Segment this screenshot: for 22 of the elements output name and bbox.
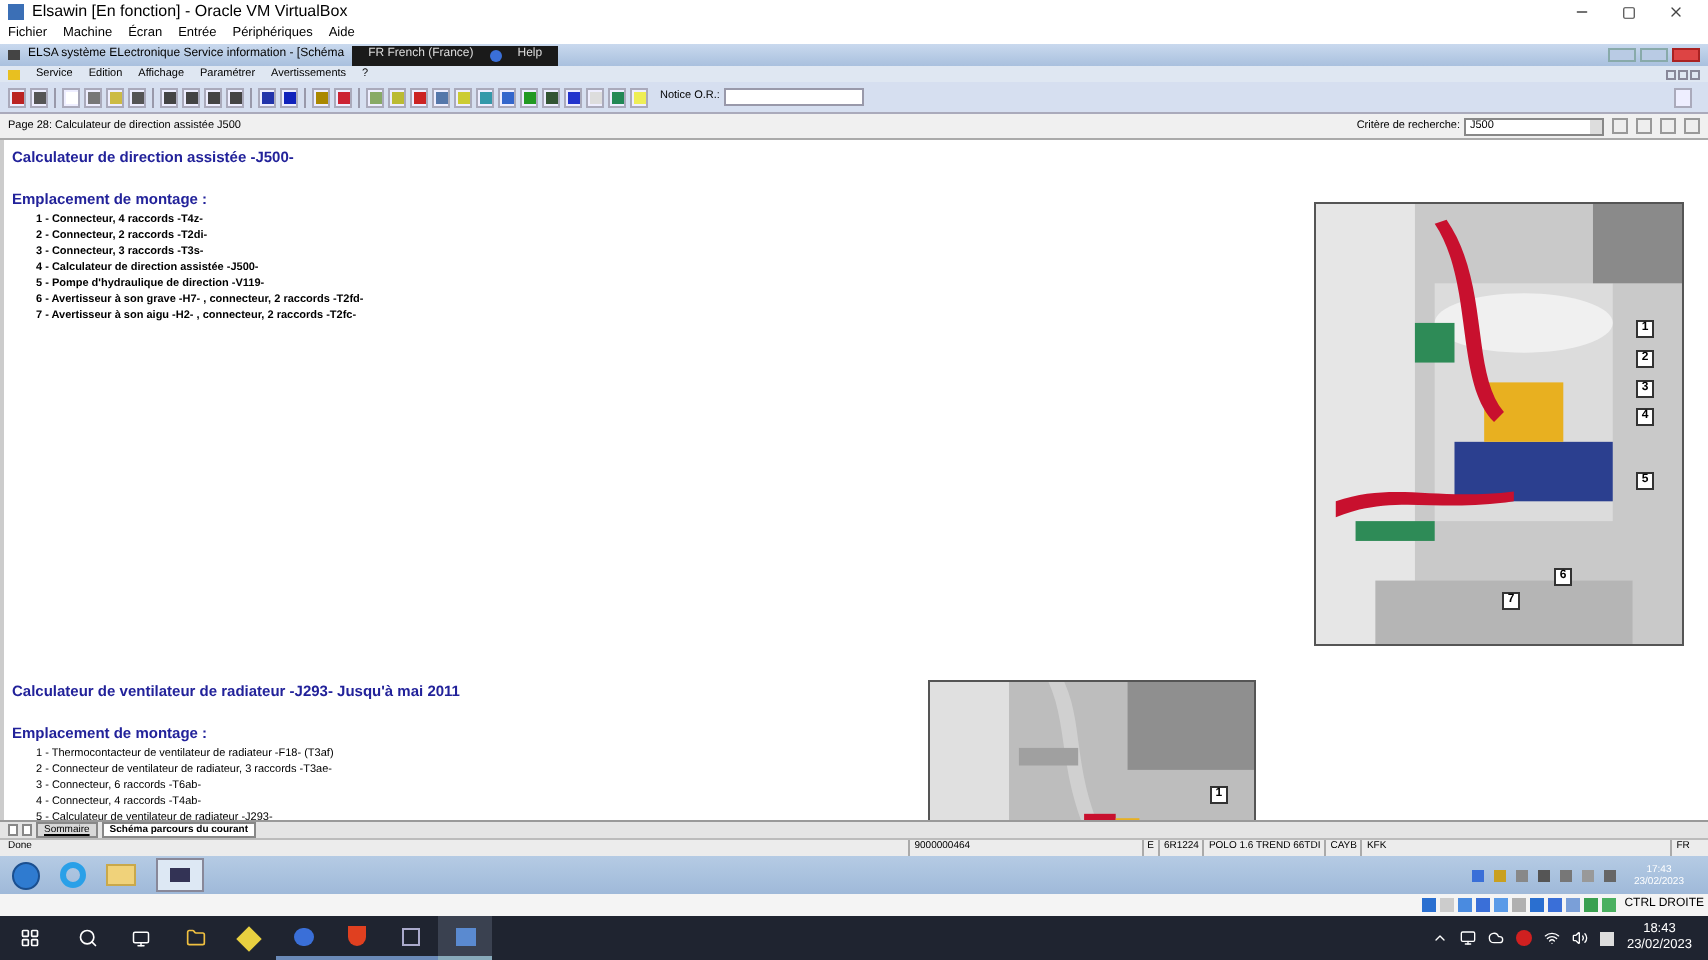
scroll-right-button[interactable] [22, 824, 32, 836]
warning-icon [8, 69, 20, 79]
dropbox-icon[interactable] [1600, 931, 1615, 945]
app-icon[interactable] [438, 916, 492, 960]
app-icon[interactable] [156, 858, 204, 892]
monitor-icon[interactable] [1460, 930, 1477, 946]
app-icon [8, 50, 20, 60]
maximize-icon [1622, 5, 1636, 19]
window-title: Elsawin [En fonction] - Oracle VM VirtualBox [32, 0, 348, 24]
notification-badge-icon[interactable] [1516, 930, 1533, 946]
start-orb[interactable] [12, 861, 40, 889]
network-icon[interactable] [1544, 930, 1561, 946]
help-icon [489, 49, 502, 61]
notice-field[interactable] [723, 88, 864, 106]
app-icon [8, 4, 24, 20]
close-button[interactable] [1668, 4, 1684, 20]
close-icon [1668, 4, 1684, 20]
cloud-icon[interactable] [1488, 930, 1505, 946]
chevron-up-icon[interactable] [1432, 930, 1449, 946]
scroll-left-button[interactable] [8, 824, 18, 836]
maximize-button[interactable] [1622, 4, 1636, 20]
speaker-icon[interactable] [1572, 930, 1589, 946]
